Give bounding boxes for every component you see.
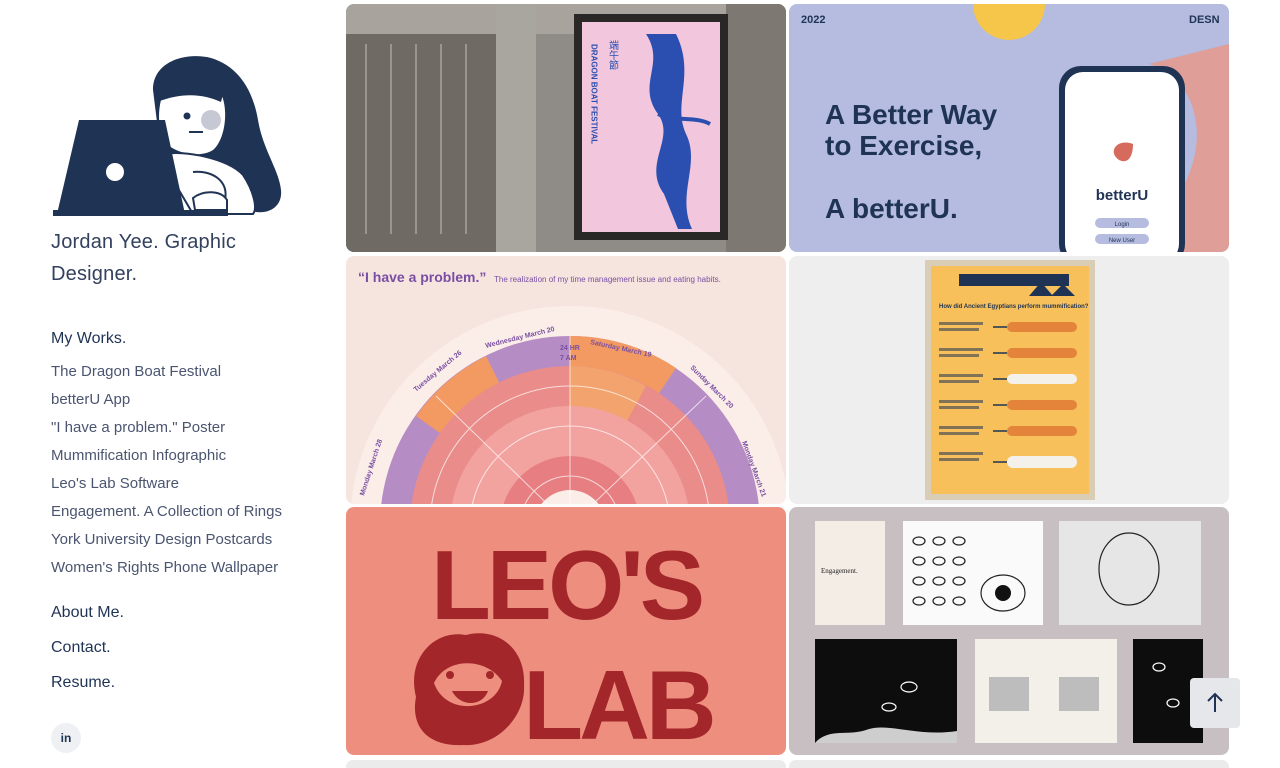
leo-wordmark-line1: LEO'S <box>431 530 702 640</box>
tile-mummification-infographic[interactable]: How did Ancient Egyptians perform mummif… <box>789 256 1229 504</box>
nav-about-me[interactable]: About Me. <box>51 604 124 622</box>
arrow-up-icon <box>1207 692 1223 712</box>
problem-time-label-2: 7 AM <box>560 355 577 362</box>
rings-title: Engagement. <box>821 567 858 575</box>
work-link-mummification[interactable]: Mummification Infographic <box>51 446 282 474</box>
site-title[interactable]: Jordan Yee. Graphic Designer. <box>51 226 281 290</box>
nav-contact[interactable]: Contact. <box>51 639 111 657</box>
problem-subhead: The realization of my time management is… <box>494 275 721 284</box>
leo-wordmark-line2: LAB <box>523 650 713 755</box>
tile-problem-poster[interactable]: “I have a problem.” The realization of m… <box>346 256 786 504</box>
betteru-login-label: Login <box>1115 222 1130 228</box>
work-link-dragon-boat[interactable]: The Dragon Boat Festival <box>51 362 282 390</box>
linkedin-icon[interactable]: in <box>51 723 81 753</box>
sidebar: Jordan Yee. Graphic Designer. My Works. … <box>0 0 330 768</box>
nav-resume[interactable]: Resume. <box>51 674 115 692</box>
work-link-engagement-rings[interactable]: Engagement. A Collection of Rings <box>51 502 282 530</box>
betteru-new-user-label: New User <box>1109 238 1135 244</box>
betteru-headline-2: to Exercise, <box>825 130 982 161</box>
betteru-year: 2022 <box>801 14 825 26</box>
dragon-chinese-title: 端午節 <box>607 39 619 71</box>
problem-time-label: 24 HR <box>560 345 580 352</box>
tile-dragon-boat-festival[interactable]: DRAGON BOAT FESTIVAL 端午節 <box>346 4 786 252</box>
tile-womens-rights-wallpaper[interactable] <box>789 760 1229 768</box>
problem-headline: “I have a problem.” <box>358 269 486 285</box>
betteru-headline-3: A betterU. <box>825 193 958 224</box>
work-link-leos-lab[interactable]: Leo's Lab Software <box>51 474 282 502</box>
designer-avatar-illustration <box>53 56 282 216</box>
betteru-promo-image: 2022 DESN A Better Way to Exercise, A be… <box>789 4 1229 252</box>
works-list: The Dragon Boat Festival betterU App "I … <box>51 362 282 586</box>
scroll-to-top-button[interactable] <box>1190 678 1240 728</box>
work-link-womens-rights[interactable]: Women's Rights Phone Wallpaper <box>51 558 282 586</box>
engagement-book-spread-image: Engagement. <box>789 507 1229 755</box>
work-link-problem-poster[interactable]: "I have a problem." Poster <box>51 418 282 446</box>
betteru-headline-1: A Better Way <box>825 99 998 130</box>
tile-leos-lab[interactable]: LEO'S LAB <box>346 507 786 755</box>
work-link-betteru[interactable]: betterU App <box>51 390 282 418</box>
work-link-york-postcards[interactable]: York University Design Postcards <box>51 530 282 558</box>
leos-lab-logo-image: LEO'S LAB <box>346 507 786 755</box>
mummy-question: How did Ancient Egyptians perform mummif… <box>939 304 1089 310</box>
tile-engagement-rings[interactable]: Engagement. <box>789 507 1229 755</box>
betteru-corner-text: DESN <box>1189 14 1220 26</box>
betteru-app-name: betterU <box>1096 187 1149 204</box>
mummification-poster-image: How did Ancient Egyptians perform mummif… <box>789 256 1229 504</box>
tile-betteru-app[interactable]: 2022 DESN A Better Way to Exercise, A be… <box>789 4 1229 252</box>
dragon-boat-poster-image: DRAGON BOAT FESTIVAL 端午節 <box>346 4 786 252</box>
dragon-vertical-title: DRAGON BOAT FESTIVAL <box>590 44 599 144</box>
nav-my-works[interactable]: My Works. <box>51 330 126 348</box>
problem-poster-image: “I have a problem.” The realization of m… <box>346 256 786 504</box>
tile-york-postcards[interactable] <box>346 760 786 768</box>
